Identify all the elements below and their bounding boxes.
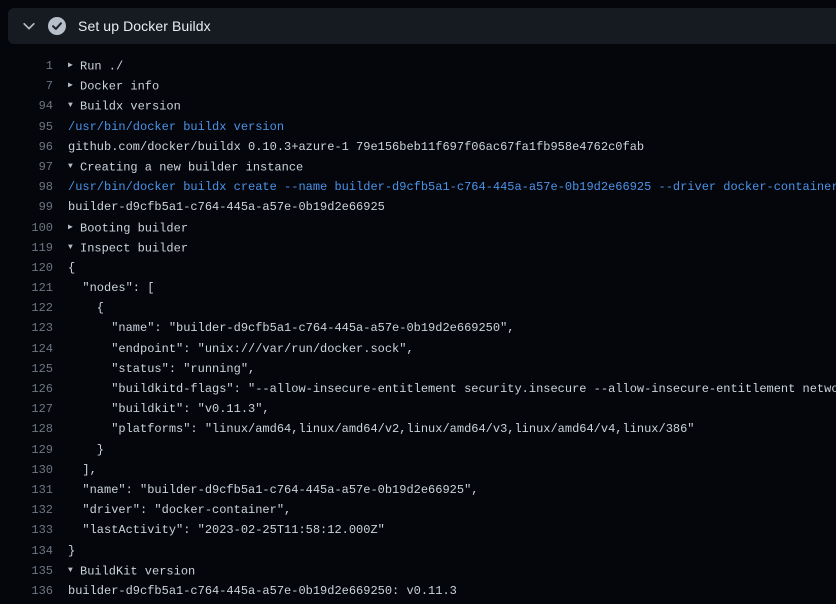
group-title: ▼Inspect builder	[53, 238, 836, 258]
log-text: "name": "builder-d9cfb5a1-c764-445a-a57e…	[53, 318, 836, 338]
check-circle-icon	[48, 17, 66, 35]
line-number[interactable]: 128	[0, 419, 53, 439]
log-row: 98/usr/bin/docker buildx create --name b…	[0, 177, 836, 197]
line-number[interactable]: 136	[0, 581, 53, 601]
triangle-collapsed-icon[interactable]: ▶	[68, 56, 80, 76]
line-number[interactable]: 95	[0, 117, 53, 137]
log-text: "name": "builder-d9cfb5a1-c764-445a-a57e…	[53, 480, 836, 500]
line-number[interactable]: 98	[0, 177, 53, 197]
group-title: ▶Booting builder	[53, 218, 836, 238]
triangle-collapsed-icon[interactable]: ▶	[68, 76, 80, 96]
log-row: 134}	[0, 541, 836, 561]
step-title: Set up Docker Buildx	[78, 18, 211, 34]
log-row: 129 }	[0, 440, 836, 460]
line-number[interactable]: 97	[0, 157, 53, 177]
group-title: ▼Creating a new builder instance	[53, 157, 836, 177]
log-row: 99builder-d9cfb5a1-c764-445a-a57e-0b19d2…	[0, 197, 836, 217]
log-lines: 1▶Run ./7▶Docker info94▼Buildx version95…	[0, 44, 836, 601]
line-number[interactable]: 133	[0, 520, 53, 540]
group-title: ▶Run ./	[53, 56, 836, 76]
log-text: "driver": "docker-container",	[53, 500, 836, 520]
log-text: "platforms": "linux/amd64,linux/amd64/v2…	[53, 419, 836, 439]
group-title: ▶Docker info	[53, 76, 836, 96]
line-number[interactable]: 135	[0, 561, 53, 581]
line-number[interactable]: 123	[0, 318, 53, 338]
log-text: }	[53, 541, 836, 561]
log-text: github.com/docker/buildx 0.10.3+azure-1 …	[53, 137, 836, 157]
log-row: 125 "status": "running",	[0, 359, 836, 379]
line-number[interactable]: 127	[0, 399, 53, 419]
log-text: builder-d9cfb5a1-c764-445a-a57e-0b19d2e6…	[53, 581, 836, 601]
log-row: 136builder-d9cfb5a1-c764-445a-a57e-0b19d…	[0, 581, 836, 601]
log-row: 95/usr/bin/docker buildx version	[0, 117, 836, 137]
log-text: "lastActivity": "2023-02-25T11:58:12.000…	[53, 520, 836, 540]
log-row: 128 "platforms": "linux/amd64,linux/amd6…	[0, 419, 836, 439]
log-group-row[interactable]: 135▼BuildKit version	[0, 561, 836, 581]
log-row: 130 ],	[0, 460, 836, 480]
log-text: builder-d9cfb5a1-c764-445a-a57e-0b19d2e6…	[53, 197, 836, 217]
log-row: 126 "buildkitd-flags": "--allow-insecure…	[0, 379, 836, 399]
line-number[interactable]: 96	[0, 137, 53, 157]
log-group-row[interactable]: 94▼Buildx version	[0, 96, 836, 116]
log-group-row[interactable]: 97▼Creating a new builder instance	[0, 157, 836, 177]
log-row: 120{	[0, 258, 836, 278]
triangle-expanded-icon[interactable]: ▼	[68, 157, 80, 177]
log-row: 124 "endpoint": "unix:///var/run/docker.…	[0, 339, 836, 359]
line-number[interactable]: 132	[0, 500, 53, 520]
log-text: {	[53, 298, 836, 318]
group-title: ▼BuildKit version	[53, 561, 836, 581]
line-number[interactable]: 121	[0, 278, 53, 298]
log-row: 133 "lastActivity": "2023-02-25T11:58:12…	[0, 520, 836, 540]
log-row: 132 "driver": "docker-container",	[0, 500, 836, 520]
line-number[interactable]: 124	[0, 339, 53, 359]
log-row: 121 "nodes": [	[0, 278, 836, 298]
line-number[interactable]: 130	[0, 460, 53, 480]
log-text: "buildkitd-flags": "--allow-insecure-ent…	[53, 379, 836, 399]
log-text: {	[53, 258, 836, 278]
log-text: /usr/bin/docker buildx create --name bui…	[53, 177, 836, 197]
log-group-row[interactable]: 119▼Inspect builder	[0, 238, 836, 258]
group-title: ▼Buildx version	[53, 96, 836, 116]
log-row: 96github.com/docker/buildx 0.10.3+azure-…	[0, 137, 836, 157]
line-number[interactable]: 119	[0, 238, 53, 258]
line-number[interactable]: 134	[0, 541, 53, 561]
log-text: "status": "running",	[53, 359, 836, 379]
log-text: ],	[53, 460, 836, 480]
line-number[interactable]: 122	[0, 298, 53, 318]
log-group-row[interactable]: 7▶Docker info	[0, 76, 836, 96]
line-number[interactable]: 99	[0, 197, 53, 217]
line-number[interactable]: 100	[0, 218, 53, 238]
line-number[interactable]: 7	[0, 76, 53, 96]
triangle-expanded-icon[interactable]: ▼	[68, 96, 80, 116]
line-number[interactable]: 129	[0, 440, 53, 460]
step-header[interactable]: Set up Docker Buildx	[8, 8, 836, 44]
line-number[interactable]: 120	[0, 258, 53, 278]
log-text: "endpoint": "unix:///var/run/docker.sock…	[53, 339, 836, 359]
triangle-expanded-icon[interactable]: ▼	[68, 238, 80, 258]
line-number[interactable]: 94	[0, 96, 53, 116]
line-number[interactable]: 126	[0, 379, 53, 399]
line-number[interactable]: 125	[0, 359, 53, 379]
line-number[interactable]: 1	[0, 56, 53, 76]
log-text: "buildkit": "v0.11.3",	[53, 399, 836, 419]
line-number[interactable]: 131	[0, 480, 53, 500]
log-row: 123 "name": "builder-d9cfb5a1-c764-445a-…	[0, 318, 836, 338]
log-text: "nodes": [	[53, 278, 836, 298]
log-row: 122 {	[0, 298, 836, 318]
triangle-collapsed-icon[interactable]: ▶	[68, 218, 80, 238]
log-text: }	[53, 440, 836, 460]
log-row: 131 "name": "builder-d9cfb5a1-c764-445a-…	[0, 480, 836, 500]
log-group-row[interactable]: 100▶Booting builder	[0, 218, 836, 238]
triangle-expanded-icon[interactable]: ▼	[68, 561, 80, 581]
log-text: /usr/bin/docker buildx version	[53, 117, 836, 137]
log-group-row[interactable]: 1▶Run ./	[0, 56, 836, 76]
chevron-down-icon[interactable]	[20, 17, 38, 35]
log-row: 127 "buildkit": "v0.11.3",	[0, 399, 836, 419]
